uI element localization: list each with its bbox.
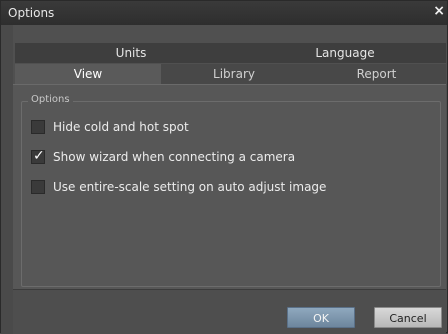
tab-language[interactable]: Language (275, 46, 415, 62)
ok-button[interactable]: OK (287, 307, 355, 328)
tab-view[interactable]: View (15, 64, 161, 84)
tab-library[interactable]: Library (161, 64, 307, 84)
view-tab-panel: Options Hide cold and hot spot ✓ Show wi… (13, 84, 446, 290)
options-dialog: Options × Units Language View Library Re… (0, 0, 448, 334)
hide-cold-hot-spot-checkbox[interactable] (31, 120, 45, 134)
dialog-footer: OK Cancel (13, 289, 446, 334)
title-bar[interactable]: Options × (1, 1, 447, 25)
option-label: Use entire-scale setting on auto adjust … (53, 180, 327, 194)
dialog-left-edge (1, 25, 13, 334)
window-title: Options (8, 6, 55, 20)
entire-scale-checkbox[interactable] (31, 180, 45, 194)
show-wizard-checkbox[interactable]: ✓ (31, 148, 45, 164)
cancel-button[interactable]: Cancel (374, 307, 442, 328)
option-label: Show wizard when connecting a camera (53, 150, 296, 164)
options-group-title: Options (28, 94, 73, 105)
checkmark-icon: ✓ (33, 148, 45, 164)
option-label: Hide cold and hot spot (53, 120, 189, 134)
tab-units[interactable]: Units (61, 46, 201, 62)
tab-report[interactable]: Report (307, 64, 446, 84)
close-icon[interactable]: × (433, 3, 445, 19)
